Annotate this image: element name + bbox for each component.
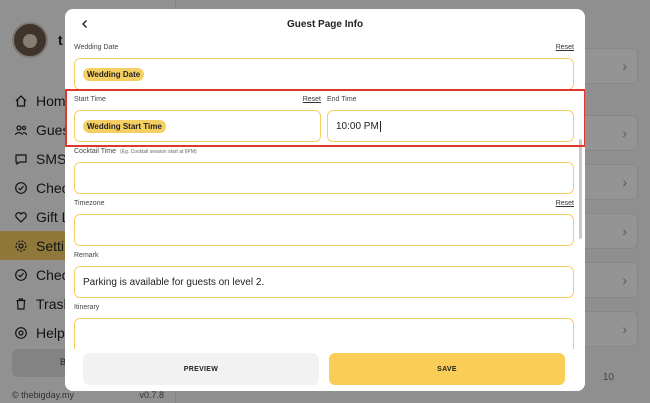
chevron-left-icon[interactable]: [77, 16, 93, 32]
cocktail-time-field: Cocktail Time (Eg. Cocktail session star…: [74, 148, 574, 194]
text-caret: [379, 120, 381, 132]
itinerary-input[interactable]: [74, 318, 574, 349]
start-time-reset-link[interactable]: Reset: [303, 96, 321, 103]
cocktail-time-hint: (Eg. Cocktail session start at 6PM): [120, 149, 197, 155]
remark-field: Remark Parking is available for guests o…: [74, 252, 574, 298]
modal-scrollbar[interactable]: [579, 139, 582, 239]
guest-page-info-modal: Guest Page Info Wedding Date Reset Weddi…: [65, 9, 585, 391]
end-time-label: End Time: [327, 96, 357, 103]
end-time-input[interactable]: 10:00 PM: [327, 110, 574, 142]
save-button[interactable]: SAVE: [329, 353, 565, 385]
wedding-date-field: Wedding Date Reset Wedding Date: [74, 44, 574, 90]
remark-label: Remark: [74, 252, 99, 259]
wedding-date-label: Wedding Date: [74, 44, 119, 51]
remark-input[interactable]: Parking is available for guests on level…: [74, 266, 574, 298]
timezone-input[interactable]: [74, 214, 574, 246]
timezone-label: Timezone: [74, 200, 105, 207]
start-time-field: Start Time Reset Wedding Start Time: [74, 96, 321, 142]
modal-title: Guest Page Info: [286, 18, 364, 30]
modal-header: Guest Page Info: [65, 9, 585, 39]
wedding-date-tag: Wedding Date: [83, 67, 145, 81]
preview-button[interactable]: PREVIEW: [83, 353, 319, 385]
end-time-value: 10:00 PM: [336, 120, 379, 132]
timezone-field: Timezone Reset: [74, 200, 574, 246]
itinerary-field: Itinerary: [74, 304, 574, 349]
start-time-tag: Wedding Start Time: [83, 119, 166, 133]
modal-footer: PREVIEW SAVE: [65, 349, 585, 391]
wedding-date-reset-link[interactable]: Reset: [556, 44, 574, 51]
cocktail-time-label: Cocktail Time: [74, 148, 117, 155]
cocktail-time-input[interactable]: [74, 162, 574, 194]
modal-scroll-area[interactable]: Wedding Date Reset Wedding Date Start Ti…: [65, 39, 585, 349]
wedding-date-input[interactable]: Wedding Date: [74, 58, 574, 90]
remark-value: Parking is available for guests on level…: [83, 276, 265, 288]
timezone-reset-link[interactable]: Reset: [556, 200, 574, 207]
itinerary-label: Itinerary: [74, 304, 100, 311]
start-time-input[interactable]: Wedding Start Time: [74, 110, 321, 142]
end-time-field: End Time 10:00 PM: [327, 96, 574, 142]
start-time-label: Start Time: [74, 96, 106, 103]
